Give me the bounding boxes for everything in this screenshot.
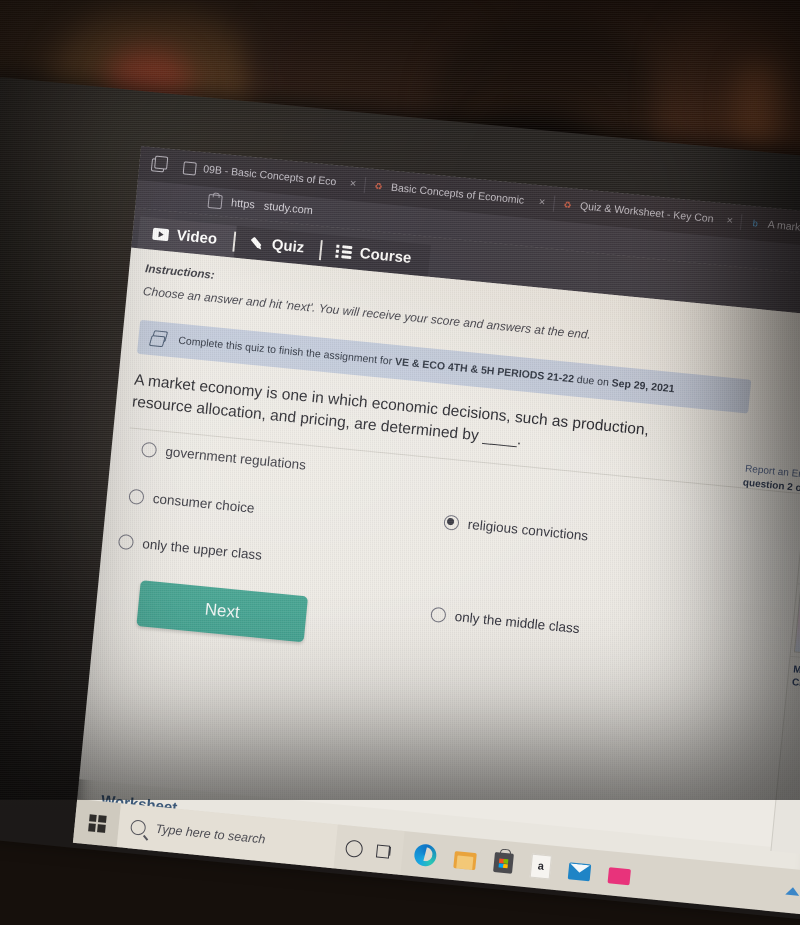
windows-logo-icon — [88, 814, 107, 833]
browser-tab-title: 09B - Basic Concepts of Econo — [203, 163, 338, 188]
answer-options: government regulations religious convict… — [113, 436, 800, 669]
start-button[interactable] — [73, 799, 121, 847]
address-bar-icons — [146, 188, 223, 209]
doc-icon — [183, 161, 197, 175]
list-icon — [335, 245, 352, 259]
play-icon — [152, 227, 169, 241]
study-icon: ♻ — [562, 199, 574, 211]
radio-icon[interactable] — [128, 489, 144, 505]
amazon-icon[interactable]: a — [530, 854, 552, 880]
quiz-page: Instructions: Choose an answer and hit '… — [79, 248, 800, 852]
question-meta: Report an Error question 2 of 5 — [723, 462, 800, 498]
show-hidden-icons-caret[interactable] — [785, 887, 800, 896]
url-scheme: https — [230, 197, 255, 211]
answer-label: consumer choice — [152, 491, 255, 516]
answer-option-only-the-upper-class[interactable]: only the upper class — [118, 534, 263, 563]
ambient-blob — [735, 60, 783, 150]
search-icon — [130, 819, 146, 835]
mail-icon[interactable] — [568, 862, 592, 881]
radio-icon[interactable] — [118, 534, 134, 550]
answer-label: only the upper class — [142, 536, 263, 563]
task-view-icon[interactable] — [376, 844, 393, 858]
window-restore-icon[interactable] — [149, 154, 171, 176]
laptop-body: 09B - Basic Concepts of Econo × ♻ Basic … — [0, 75, 800, 925]
browser-tab-title: A market economy is o — [767, 219, 800, 241]
lock-icon — [207, 194, 222, 209]
pencil-icon — [246, 233, 267, 254]
close-icon[interactable]: × — [538, 196, 546, 209]
tab-quiz-label: Quiz — [271, 236, 305, 256]
taskbar-system-icons — [334, 825, 405, 875]
bing-icon: b — [749, 217, 761, 229]
answer-option-religious-convictions[interactable]: religious convictions — [443, 514, 589, 543]
answer-label: religious convictions — [467, 517, 589, 544]
tab-course-label: Course — [359, 245, 412, 267]
close-icon[interactable]: × — [726, 215, 734, 228]
notice-prefix: Complete this quiz to finish the assignm… — [178, 335, 396, 368]
notice-middle: due on — [573, 373, 612, 389]
radio-icon[interactable] — [141, 442, 157, 458]
pink-app-icon[interactable] — [608, 867, 631, 885]
notice-due-date: Sep 29, 2021 — [611, 377, 675, 395]
close-icon[interactable]: × — [349, 178, 357, 191]
answer-option-only-the-middle-class[interactable]: only the middle class — [430, 607, 580, 636]
notice-assignment: VE & ECO 4TH & 5H PERIODS 21-22 — [394, 356, 574, 385]
browser-tab-title: Quiz & Worksheet - Key Conce — [579, 200, 714, 225]
search-placeholder: Type here to search — [155, 822, 266, 847]
tab-video-label: Video — [176, 227, 218, 248]
answer-label: only the middle class — [454, 609, 580, 636]
file-explorer-icon[interactable] — [453, 851, 477, 870]
hand-pointer-icon — [150, 330, 169, 348]
answer-option-government-regulations[interactable]: government regulations — [141, 442, 307, 473]
microsoft-store-icon[interactable] — [493, 852, 514, 874]
study-icon: ♻ — [373, 180, 385, 192]
sidebar-thumbnail[interactable] — [794, 589, 800, 656]
url-host: study.com — [263, 200, 313, 217]
edge-icon[interactable] — [413, 843, 437, 867]
radio-icon[interactable] — [430, 607, 446, 623]
answer-label: government regulations — [165, 444, 307, 473]
sidebar-footer-text[interactable]: Mora Chan — [787, 656, 800, 699]
cortana-circle-icon[interactable] — [345, 839, 364, 858]
taskbar-search-box[interactable]: Type here to search — [117, 803, 338, 868]
answer-option-consumer-choice[interactable]: consumer choice — [128, 489, 255, 516]
browser-tab-title: Basic Concepts of Economic W — [390, 182, 526, 207]
next-button[interactable]: Next — [136, 580, 308, 642]
radio-icon-selected[interactable] — [443, 514, 459, 530]
